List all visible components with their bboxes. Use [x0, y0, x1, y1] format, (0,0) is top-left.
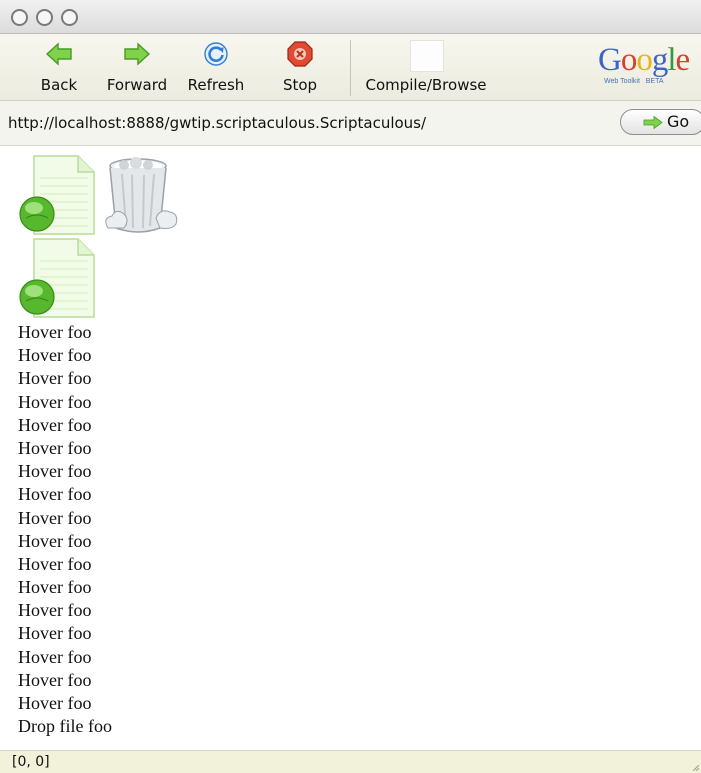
hover-item[interactable]: Hover foo	[18, 622, 112, 645]
back-label: Back	[40, 76, 78, 94]
minimize-window-button[interactable]	[36, 9, 53, 26]
hover-item[interactable]: Hover foo	[18, 321, 112, 344]
forward-arrow-icon	[124, 42, 151, 66]
gwt-logo-subtitle: Web Toolkit BETA	[604, 78, 664, 85]
document-icon[interactable]	[16, 237, 98, 319]
refresh-label: Refresh	[187, 76, 245, 94]
stop-button[interactable]: Stop	[271, 34, 329, 101]
google-logo-wordmark: Google	[598, 42, 690, 78]
hover-item[interactable]: Hover foo	[18, 344, 112, 367]
close-window-button[interactable]	[11, 9, 28, 26]
hover-item[interactable]: Hover foo	[18, 530, 112, 553]
trash-icon[interactable]	[100, 156, 180, 236]
hover-item[interactable]: Hover foo	[18, 460, 112, 483]
hover-item[interactable]: Hover foo	[18, 692, 112, 715]
hover-item[interactable]: Hover foo	[18, 437, 112, 460]
hover-list: Hover foo Hover foo Hover foo Hover foo …	[18, 321, 112, 738]
hover-item[interactable]: Hover foo	[18, 576, 112, 599]
page-content: Hover foo Hover foo Hover foo Hover foo …	[0, 146, 701, 750]
hover-item[interactable]: Hover foo	[18, 553, 112, 576]
go-label: Go	[667, 112, 690, 131]
compile-browse-label: Compile/Browse	[365, 76, 487, 94]
stop-icon	[287, 41, 313, 67]
address-bar: http://localhost:8888/gwtip.scriptaculou…	[0, 101, 701, 146]
toolbar: Back Forward Refresh Stop Compile/Browse…	[0, 34, 701, 101]
hover-item[interactable]: Hover foo	[18, 367, 112, 390]
hover-item[interactable]: Hover foo	[18, 483, 112, 506]
resize-grip-icon[interactable]	[693, 765, 699, 771]
hover-item[interactable]: Hover foo	[18, 599, 112, 622]
go-button[interactable]: Go	[620, 109, 701, 135]
status-coordinates: [0, 0]	[12, 754, 50, 770]
hover-item[interactable]: Hover foo	[18, 507, 112, 530]
document-icon[interactable]	[16, 154, 98, 236]
forward-label: Forward	[106, 76, 168, 94]
toolbar-separator	[350, 40, 351, 96]
url-field[interactable]: http://localhost:8888/gwtip.scriptaculou…	[8, 111, 426, 135]
forward-button[interactable]: Forward	[101, 34, 173, 101]
zoom-window-button[interactable]	[61, 9, 78, 26]
refresh-icon	[204, 42, 228, 66]
refresh-button[interactable]: Refresh	[181, 34, 251, 101]
compile-icon	[410, 40, 444, 72]
go-arrow-icon	[643, 116, 663, 129]
hover-item[interactable]: Hover foo	[18, 414, 112, 437]
hover-item[interactable]: Hover foo	[18, 646, 112, 669]
back-button[interactable]: Back	[28, 34, 90, 101]
status-bar: [0, 0]	[0, 750, 701, 773]
window-titlebar	[0, 0, 701, 34]
hover-item[interactable]: Hover foo	[18, 669, 112, 692]
hover-item[interactable]: Hover foo	[18, 391, 112, 414]
stop-label: Stop	[282, 76, 318, 94]
back-arrow-icon	[45, 42, 72, 66]
drop-file-item[interactable]: Drop file foo	[18, 715, 112, 738]
gwt-logo: Google Web Toolkit BETA	[598, 42, 701, 92]
